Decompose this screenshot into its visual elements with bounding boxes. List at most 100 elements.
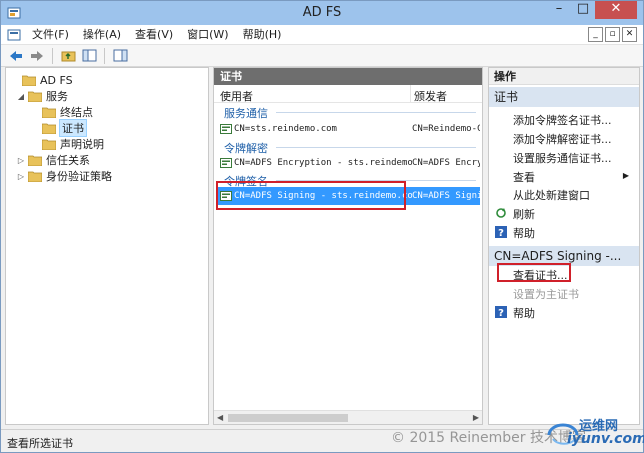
action-help[interactable]: 帮助 [513,225,535,241]
action-set-service-communications[interactable]: 设置服务通信证书... [513,150,612,166]
folder-icon [22,75,36,86]
mdi-minimize-button[interactable]: _ [588,27,603,42]
mdi-close-button[interactable]: ✕ [622,27,637,42]
folder-icon [42,139,56,150]
mdi-restore-button[interactable]: ▫ [605,27,620,42]
folder-up-icon [61,51,75,62]
column-header: 使用者 颁发者 [214,85,482,103]
menu-help[interactable]: 帮助(H) [236,26,289,44]
actions-pane: 操作 证书 添加令牌签名证书... 添加令牌解密证书... 设置服务通信证书..… [488,67,640,425]
tree-item-label: 终结点 [60,106,93,119]
tree-item-service[interactable]: ◢ 服务 [16,88,68,104]
forward-button[interactable] [28,47,46,65]
svg-text:?: ? [498,228,504,238]
horizontal-scrollbar[interactable]: ◀ ▶ [214,410,482,424]
cell-subject: CN=sts.reindemo.com [234,124,337,134]
tree-item-label: 声明说明 [60,138,104,151]
help-icon: ? [495,306,507,318]
column-subject[interactable]: 使用者 [220,88,253,104]
tree-item-endpoints[interactable]: 终结点 [30,104,93,120]
submenu-arrow-icon: ▶ [622,171,629,180]
cell-issuer: CN=Reindemo-CA, [412,124,480,134]
title-bar[interactable]: AD FS – □ ✕ [1,1,643,25]
action-pane-icon [113,49,127,62]
menu-action[interactable]: 操作(A) [76,26,128,44]
svg-text:?: ? [498,308,504,318]
refresh-icon [496,208,506,218]
certificates-pane: 证书 使用者 颁发者 服务通信 CN=sts.reindemo.com CN=R… [213,67,483,425]
scroll-right-icon[interactable]: ▶ [473,413,479,422]
scroll-left-icon[interactable]: ◀ [217,413,223,422]
certificate-icon [220,158,232,168]
group-service-communications: 服务通信 [224,107,268,120]
forward-arrow-icon [31,50,43,61]
menu-view[interactable]: 查看(V) [128,26,180,44]
highlight-box [216,181,406,210]
console-tree: AD FS ◢ 服务 终结点 证书 声明说明 ▷ 信任关系 ▷ 身份验证策略 [5,67,209,425]
actions-section-certificates[interactable]: 证书 [489,87,639,107]
maximize-button[interactable]: □ [571,1,595,19]
tree-item-trust-relationships[interactable]: ▷ 信任关系 [16,152,90,168]
show-hide-tree-button[interactable] [80,47,98,65]
folder-icon [28,155,42,166]
action-new-window[interactable]: 从此处新建窗口 [513,187,590,203]
window-controls: – □ ✕ [547,1,637,21]
tree-item-label: 证书 [59,119,87,137]
tree-expander[interactable]: ◢ [16,92,26,101]
tree-item-label: 信任关系 [46,154,90,167]
mdi-controls: _ ▫ ✕ [588,27,637,42]
mmc-window: AD FS – □ ✕ 文件(F) 操作(A) 查看(V) 窗口(W) 帮助(H… [0,0,644,453]
tree-item-label: AD FS [40,73,73,87]
back-button[interactable] [7,47,25,65]
tree-item-authentication-policies[interactable]: ▷ 身份验证策略 [16,168,112,184]
action-refresh[interactable]: 刷新 [513,206,535,222]
action-add-token-decrypting[interactable]: 添加令牌解密证书... [513,131,612,147]
column-issuer[interactable]: 颁发者 [414,88,447,104]
cell-issuer: CN=ADFS Signin [412,191,480,201]
cell-subject: CN=ADFS Encryption - sts.reindemo.com [234,158,412,168]
adfs-app-icon [7,7,21,19]
tree-expander[interactable]: ▷ [16,172,26,181]
up-level-button[interactable] [59,47,77,65]
folder-icon [42,107,56,118]
system-menu-icon[interactable] [7,28,21,42]
minimize-button[interactable]: – [547,1,571,19]
pane-title: 证书 [214,68,482,85]
help-icon: ? [495,226,507,238]
folder-icon [28,91,42,102]
highlight-box [497,263,571,282]
tree-item-adfs[interactable]: AD FS [10,72,73,88]
actions-title: 操作 [489,68,639,85]
toolbar-separator [104,47,105,64]
menu-file[interactable]: 文件(F) [25,26,76,44]
table-row[interactable]: CN=ADFS Encryption - sts.reindemo.com CN… [216,154,480,172]
tree-item-label: 身份验证策略 [46,170,112,183]
tree-item-certificates[interactable]: 证书 [30,119,87,137]
cell-issuer: CN=ADFS Encrypt [412,158,480,168]
folder-icon [28,171,42,182]
watermark-site-url: iyunv.com [567,431,644,447]
action-set-as-primary: 设置为主证书 [513,288,579,301]
action-view[interactable]: 查看 [513,169,535,185]
tree-item-claim-descriptions[interactable]: 声明说明 [30,136,104,152]
status-text: 查看所选证书 [7,437,73,450]
tree-expander[interactable]: ▷ [16,156,26,165]
back-arrow-icon [10,50,22,61]
scroll-thumb[interactable] [228,414,348,422]
action-add-token-signing[interactable]: 添加令牌签名证书... [513,112,612,128]
tree-item-label: 服务 [46,90,68,103]
group-divider [276,112,476,113]
action-help-cert[interactable]: 帮助 [513,305,535,321]
folder-icon [42,123,56,134]
toolbar-separator [52,47,53,64]
menu-window[interactable]: 窗口(W) [180,26,235,44]
menu-bar: 文件(F) 操作(A) 查看(V) 窗口(W) 帮助(H) _ ▫ ✕ [1,25,643,45]
toolbar [1,45,643,67]
console-tree-icon [82,49,96,62]
show-hide-action-pane-button[interactable] [111,47,129,65]
close-button[interactable]: ✕ [595,1,637,19]
column-divider[interactable] [410,85,411,103]
certificate-icon [220,124,232,134]
group-divider [276,147,476,148]
table-row[interactable]: CN=sts.reindemo.com CN=Reindemo-CA, [216,120,480,138]
